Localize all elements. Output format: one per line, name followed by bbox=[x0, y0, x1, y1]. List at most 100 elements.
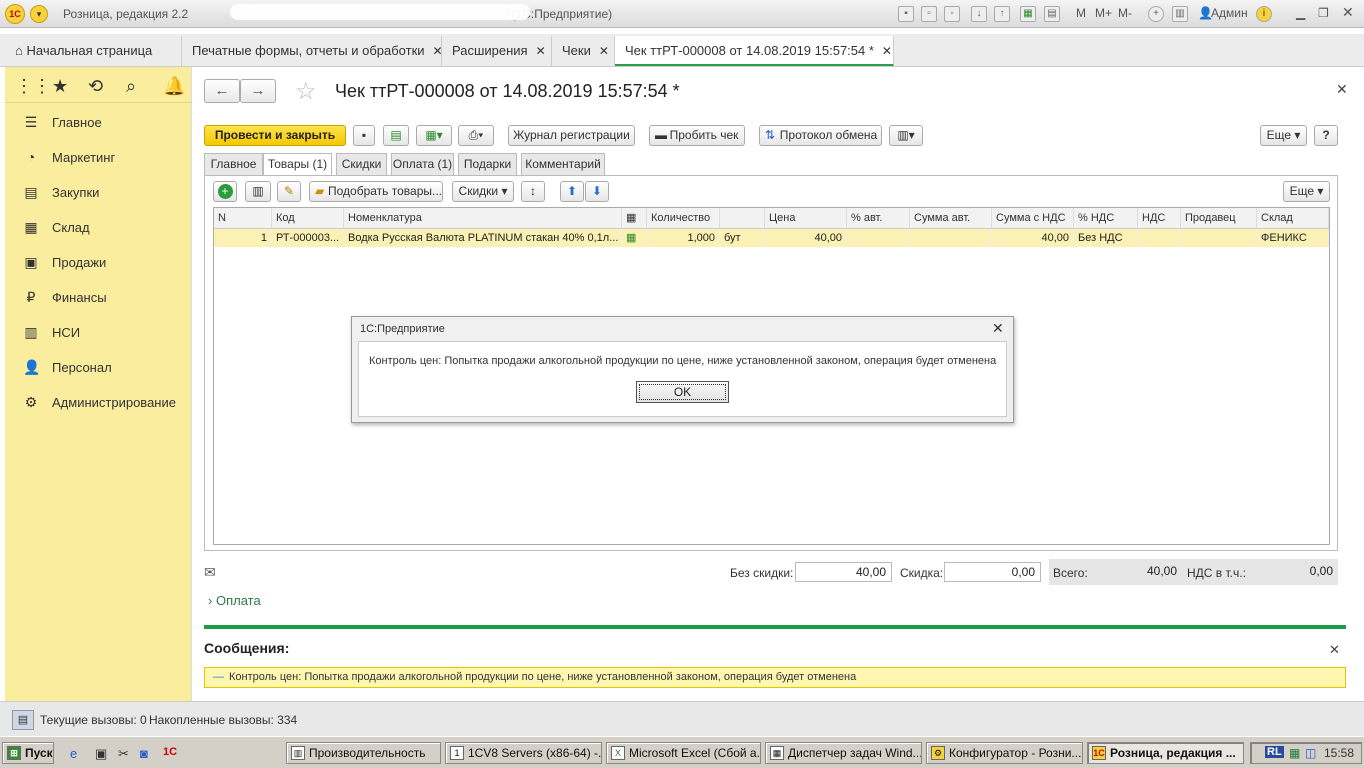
sidebar-item-main[interactable]: ☰ Главное bbox=[5, 106, 192, 141]
tab-comment[interactable]: Комментарий bbox=[521, 153, 605, 175]
tab-goods[interactable]: Товары (1) bbox=[263, 153, 332, 176]
comment-icon[interactable]: ✉ bbox=[204, 564, 216, 581]
print-icon[interactable]: ▫ bbox=[921, 6, 937, 22]
punch-receipt-button[interactable]: ▬ Пробить чек bbox=[649, 125, 745, 146]
close-tab-icon[interactable]: ✕ bbox=[536, 44, 546, 58]
cell-nomenclature[interactable]: Водка Русская Валюта PLATINUM стакан 40%… bbox=[344, 229, 622, 247]
clock[interactable]: 15:58 bbox=[1324, 746, 1354, 760]
zoom-in-button[interactable]: M+ bbox=[1095, 6, 1112, 20]
sidebar-item-admin[interactable]: ⚙ Администрирование bbox=[5, 386, 192, 421]
cell-code[interactable]: РТ-000003... bbox=[272, 229, 344, 247]
taskbar-item-taskmgr[interactable]: ▦ Диспетчер задач Wind... bbox=[765, 742, 922, 764]
add-row-button[interactable]: + bbox=[213, 181, 237, 202]
col-auto-sum[interactable]: Сумма авт. bbox=[910, 208, 992, 229]
user-name[interactable]: Админ bbox=[1211, 6, 1248, 20]
tab-receipt-document[interactable]: Чек ттРТ-000008 от 14.08.2019 15:57:54 *… bbox=[615, 36, 894, 66]
move-down-button[interactable]: ⬇ bbox=[585, 181, 609, 202]
col-warehouse[interactable]: Склад bbox=[1257, 208, 1329, 229]
create-based-button[interactable]: ▦▾ bbox=[416, 125, 452, 146]
tab-extensions[interactable]: Расширения ✕ bbox=[442, 36, 552, 66]
col-auto-pct[interactable]: % авт. bbox=[847, 208, 910, 229]
post-button[interactable]: ▤ bbox=[383, 125, 409, 146]
apps-grid-icon[interactable]: ⋮⋮ bbox=[15, 76, 51, 97]
exchange-protocol-button[interactable]: ⇅ Протокол обмена bbox=[759, 125, 882, 146]
pick-goods-button[interactable]: ▰ Подобрать товары... bbox=[309, 181, 443, 202]
search-icon[interactable]: ⌕ bbox=[126, 76, 136, 97]
message-item[interactable]: — Контроль цен: Попытка продажи алкоголь… bbox=[204, 667, 1346, 688]
tab-discounts[interactable]: Скидки bbox=[336, 153, 387, 175]
close-window-icon[interactable]: ✕ bbox=[1342, 4, 1354, 21]
favorite-star-icon[interactable]: ☆ bbox=[295, 77, 317, 106]
barcode-button[interactable]: ▥ bbox=[245, 181, 271, 202]
save-button[interactable]: ▪ bbox=[353, 125, 375, 146]
sidebar-item-sales[interactable]: ▣ Продажи bbox=[5, 246, 192, 281]
download-icon[interactable]: ↓ bbox=[971, 6, 987, 22]
tab-home[interactable]: ⌂ Начальная страница bbox=[5, 36, 182, 66]
close-tab-icon[interactable]: ✕ bbox=[599, 44, 609, 58]
print-button[interactable]: ⎙▾ bbox=[458, 125, 494, 146]
col-seller[interactable]: Продавец bbox=[1181, 208, 1257, 229]
cell-warehouse[interactable]: ФЕНИКС bbox=[1257, 229, 1329, 247]
main-menu-icon[interactable]: ▾ bbox=[30, 5, 48, 23]
calendar-icon[interactable]: ▤ bbox=[1044, 6, 1060, 22]
col-n[interactable]: N bbox=[214, 208, 272, 229]
tab-receipts[interactable]: Чеки ✕ bbox=[552, 36, 615, 66]
history-icon[interactable]: ⟲ bbox=[88, 76, 103, 97]
info-icon[interactable]: i bbox=[1256, 6, 1272, 22]
1c-launch-icon[interactable]: 1С bbox=[163, 746, 177, 758]
cell-auto-sum[interactable] bbox=[910, 229, 992, 247]
preview-icon[interactable]: ◦ bbox=[944, 6, 960, 22]
cell-price[interactable]: 40,00 bbox=[765, 229, 847, 247]
taskbar-item-retail[interactable]: 1С Розница, редакция ... bbox=[1087, 742, 1244, 764]
cell-n[interactable]: 1 bbox=[214, 229, 272, 247]
taskbar-item-perfmon[interactable]: ▥ Производительность bbox=[286, 742, 441, 764]
cell-quantity[interactable]: 1,000 bbox=[647, 229, 720, 247]
payment-section-toggle[interactable]: › Оплата bbox=[208, 593, 261, 608]
cell-auto-pct[interactable] bbox=[847, 229, 910, 247]
start-button[interactable]: ⊞ Пуск bbox=[2, 742, 54, 764]
sidebar-item-finance[interactable]: ₽ Финансы bbox=[5, 281, 192, 316]
tab-payment[interactable]: Оплата (1) bbox=[391, 153, 454, 175]
cell-vat[interactable] bbox=[1138, 229, 1181, 247]
taskbar-item-configurator[interactable]: ⚙ Конфигуратор - Розни... bbox=[926, 742, 1083, 764]
col-quantity[interactable]: Количество bbox=[647, 208, 720, 229]
dialog-close-icon[interactable]: ✕ bbox=[992, 320, 1004, 337]
tray-network-icon[interactable]: ◫ bbox=[1305, 746, 1316, 760]
taskbar-item-excel[interactable]: X Microsoft Excel (Сбой а... bbox=[606, 742, 761, 764]
more-button[interactable]: Еще ▾ bbox=[1260, 125, 1307, 146]
cell-mark[interactable]: ▦ bbox=[622, 229, 647, 247]
tab-gifts[interactable]: Подарки bbox=[458, 153, 517, 175]
col-vat[interactable]: НДС bbox=[1138, 208, 1181, 229]
restore-icon[interactable]: ❐ bbox=[1318, 6, 1329, 20]
zoom-m-button[interactable]: M bbox=[1076, 6, 1086, 20]
help-button[interactable]: ? bbox=[1314, 125, 1338, 146]
add-icon[interactable]: + bbox=[1148, 6, 1164, 22]
table-more-button[interactable]: Еще ▾ bbox=[1283, 181, 1330, 202]
col-mark[interactable]: ▦ bbox=[622, 208, 647, 229]
bell-icon[interactable]: 🔔 bbox=[163, 76, 185, 97]
eraser-button[interactable]: ✎ bbox=[277, 181, 301, 202]
upload-icon[interactable]: ↑ bbox=[994, 6, 1010, 22]
sidebar-item-purchases[interactable]: ▤ Закупки bbox=[5, 176, 192, 211]
calls-icon[interactable]: ▤ bbox=[12, 710, 34, 730]
col-sum-vat[interactable]: Сумма с НДС bbox=[992, 208, 1074, 229]
cell-seller[interactable] bbox=[1181, 229, 1257, 247]
col-nomenclature[interactable]: Номенклатура bbox=[344, 208, 622, 229]
col-price[interactable]: Цена bbox=[765, 208, 847, 229]
reports-button[interactable]: ▥▾ bbox=[889, 125, 923, 146]
network-icon[interactable]: ◙ bbox=[140, 746, 148, 761]
col-code[interactable]: Код bbox=[272, 208, 344, 229]
sidebar-item-nsi[interactable]: ▥ НСИ bbox=[5, 316, 192, 351]
ok-button[interactable]: OK bbox=[636, 381, 729, 403]
tab-main[interactable]: Главное bbox=[204, 153, 263, 175]
calculator-icon[interactable]: ▦ bbox=[1020, 6, 1036, 22]
move-up-button[interactable]: ⬆ bbox=[560, 181, 584, 202]
journal-button[interactable]: Журнал регистрации bbox=[508, 125, 635, 146]
col-unit[interactable] bbox=[720, 208, 765, 229]
post-and-close-button[interactable]: Провести и закрыть bbox=[204, 125, 346, 146]
explorer-icon[interactable]: ▣ bbox=[95, 746, 107, 762]
close-form-icon[interactable]: ✕ bbox=[1336, 81, 1348, 98]
close-tab-icon[interactable]: ✕ bbox=[882, 44, 892, 58]
language-indicator[interactable]: RL bbox=[1265, 746, 1284, 758]
tray-excel-icon[interactable]: ▦ bbox=[1289, 746, 1300, 760]
